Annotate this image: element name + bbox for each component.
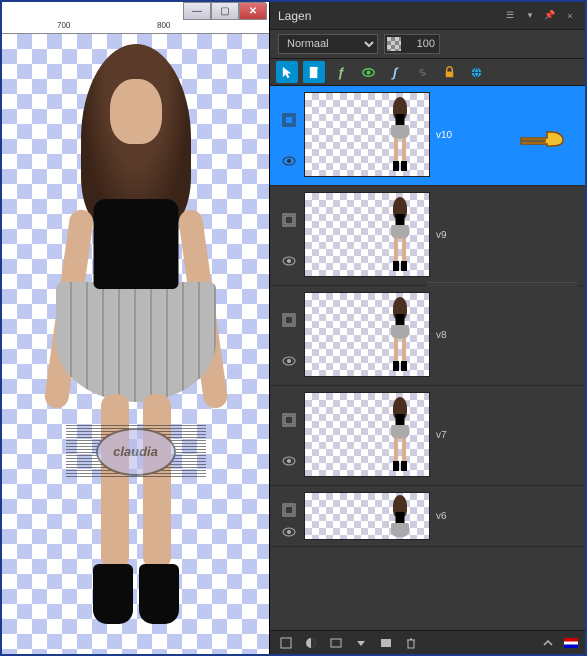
- blend-mode-select[interactable]: Normaal: [278, 34, 378, 54]
- pointer-icon: [519, 124, 567, 152]
- layer-type-icon: [281, 502, 297, 518]
- blend-row: Normaal: [270, 30, 585, 58]
- visibility-icon[interactable]: [281, 524, 297, 540]
- layer-row[interactable]: v8: [270, 286, 585, 386]
- visibility-icon[interactable]: [281, 253, 297, 269]
- layer-list: v10 v9 claudia: [270, 86, 585, 630]
- tool-doc-icon[interactable]: [303, 61, 325, 83]
- tool-link-icon[interactable]: [411, 61, 433, 83]
- visibility-icon[interactable]: [281, 453, 297, 469]
- panel-title: Lagen: [278, 9, 497, 23]
- visibility-icon[interactable]: [281, 153, 297, 169]
- tool-fxscript-icon[interactable]: ʃ: [384, 61, 406, 83]
- layer-name: v10: [436, 130, 452, 141]
- opacity-field[interactable]: [384, 34, 440, 54]
- layer-type-icon: [281, 212, 297, 228]
- tool-lock-icon[interactable]: [438, 61, 460, 83]
- preview-button[interactable]: [376, 634, 396, 652]
- panel-pin-icon[interactable]: 📌: [543, 9, 557, 23]
- figure-image: [41, 44, 231, 634]
- close-button[interactable]: ✕: [239, 2, 267, 20]
- canvas-area: — ▢ ✕ 700 800 claudia: [2, 2, 269, 654]
- delete-layer-button[interactable]: [401, 634, 421, 652]
- layer-thumbnail: [304, 492, 430, 540]
- layer-thumbnail: [304, 292, 430, 377]
- minimize-button[interactable]: —: [183, 2, 211, 20]
- watermark: claudia: [66, 424, 206, 479]
- layer-thumbnail: [304, 192, 430, 277]
- panel-menu-icon[interactable]: ☰: [503, 9, 517, 23]
- panel-close-icon[interactable]: ×: [563, 9, 577, 23]
- panel-options-icon[interactable]: ▾: [523, 9, 537, 23]
- panel-header: Lagen ☰ ▾ 📌 ×: [270, 2, 585, 30]
- window-controls: — ▢ ✕: [183, 2, 267, 20]
- layer-row[interactable]: v9: [270, 186, 585, 286]
- visibility-icon[interactable]: [281, 353, 297, 369]
- flag-icon: [563, 637, 579, 649]
- ruler: 700 800: [2, 20, 269, 34]
- layer-row[interactable]: v6: [270, 486, 585, 547]
- layers-panel: Lagen ☰ ▾ 📌 × Normaal ƒ ʃ: [269, 2, 585, 654]
- mask-button[interactable]: [301, 634, 321, 652]
- layer-type-icon: [281, 312, 297, 328]
- maximize-button[interactable]: ▢: [211, 2, 239, 20]
- layer-name: v8: [436, 330, 447, 341]
- tool-world-icon[interactable]: [465, 61, 487, 83]
- layer-row[interactable]: v7: [270, 386, 585, 486]
- new-layer-button[interactable]: [276, 634, 296, 652]
- transparency-icon: [387, 37, 401, 51]
- layer-thumbnail: [304, 392, 430, 477]
- dropdown-button[interactable]: [351, 634, 371, 652]
- tool-fx-icon[interactable]: ƒ: [330, 61, 352, 83]
- opacity-input[interactable]: [403, 38, 439, 50]
- layer-row[interactable]: v10: [270, 86, 585, 186]
- layer-name: v7: [436, 430, 447, 441]
- tool-eye-icon[interactable]: [357, 61, 379, 83]
- layer-type-icon: [281, 412, 297, 428]
- layer-name: v6: [436, 511, 447, 522]
- layer-toolbar: ƒ ʃ: [270, 58, 585, 86]
- layer-thumbnail: [304, 92, 430, 177]
- layer-type-icon: [281, 112, 297, 128]
- layers-footer: [270, 630, 585, 654]
- watermark-text: claudia: [96, 428, 176, 476]
- ruler-mark: 800: [157, 21, 170, 30]
- ruler-mark: 700: [57, 21, 70, 30]
- layer-name: v9: [436, 230, 447, 241]
- scroll-button[interactable]: [538, 634, 558, 652]
- canvas[interactable]: claudia: [2, 34, 269, 654]
- opacity-tab-button[interactable]: [326, 634, 346, 652]
- tool-arrow-icon[interactable]: [276, 61, 298, 83]
